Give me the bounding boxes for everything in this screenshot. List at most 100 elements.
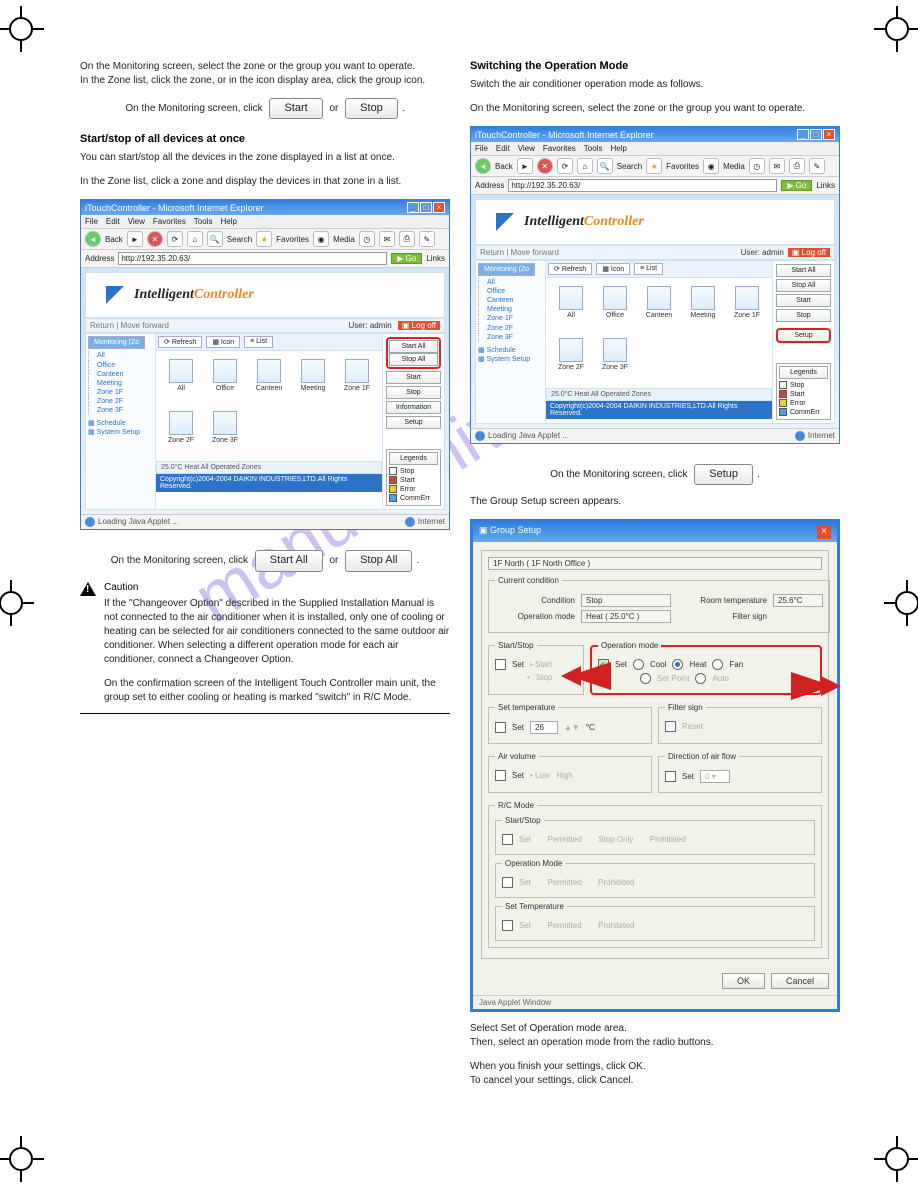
start-all-button[interactable]: Start All [389,340,438,353]
temp-input[interactable]: 26 [530,721,558,734]
step-2: On the Monitoring screen, click [125,103,262,114]
start-side-button-2[interactable]: Start [776,294,831,307]
back-icon[interactable]: ◄ [85,231,101,247]
dialog-close-icon[interactable]: × [817,525,831,539]
icon-grid[interactable]: All Office Canteen Meeting Zone 1F Zone … [156,351,382,461]
group-name: 1F North ( 1F North Office ) [488,557,822,570]
setup-inline-button[interactable]: Setup [694,464,753,485]
icon-tab[interactable]: ▦ Icon [206,336,240,348]
right-step-3a: Select Set of Operation mode area. [470,1023,627,1034]
browser-window-1: iTouchController - Microsoft Internet Ex… [80,199,450,530]
startstop-step-b: On the Monitoring screen, click [111,555,248,566]
tool-bar-2[interactable]: ◄Back ►✕⟳⌂ 🔍Search ★Favorites ◉Media ◷✉⎙… [471,156,839,177]
caution-label: Caution [104,582,138,593]
window-controls[interactable]: _□× [406,202,445,213]
stop-all-inline-button[interactable]: Stop All [345,550,412,571]
browser-window-2: iTouchController - Microsoft Internet Ex… [470,126,840,444]
zone-tree[interactable]: Monitoring (Zo All Office Canteen Meetin… [86,334,156,509]
links-label[interactable]: Links [426,254,445,263]
right-step-1: On the Monitoring screen, select the zon… [470,102,840,116]
brand-triangle-icon [106,286,124,304]
zone-tree-2[interactable]: Monitoring (Zo All Office Canteen Meetin… [476,261,546,423]
logoff-button-2[interactable]: ▣ Log off [788,248,830,257]
switch-op-desc: Switch the air conditioner operation mod… [470,78,840,92]
start-all-button-2[interactable]: Start All [776,264,831,277]
start-side-button[interactable]: Start [386,371,441,384]
menu-bar-2[interactable]: FileEditViewFavoritesToolsHelp [471,142,839,156]
dialog-title: Group Setup [490,525,541,535]
or-text: or [329,103,338,114]
switch-op-heading: Switching the Operation Mode [470,60,840,72]
icon-tab-2[interactable]: ▦ Icon [596,263,630,275]
startstop-all-heading: Start/stop of all devices at once [80,133,450,145]
step-1b: In the Zone list, click the zone, or in … [80,75,425,86]
address-label: Address [85,254,114,263]
setup-side-button-2[interactable]: Setup [776,328,831,343]
window-title: iTouchController - Microsoft Internet Ex… [85,203,264,213]
caution-text: If the "Changeover Option" described in … [104,597,450,667]
tab-return: Return [90,321,114,330]
settemp-set-checkbox[interactable] [495,722,506,733]
logoff-button[interactable]: ▣ Log off [398,321,440,330]
favorites-icon[interactable]: ★ [256,231,272,247]
fan-radio[interactable] [712,659,723,670]
stop-all-button[interactable]: Stop All [389,353,438,366]
right-step-4a: When you finish your settings, click OK. [470,1061,646,1072]
print-icon[interactable]: ⎙ [399,231,415,247]
start-all-inline-button[interactable]: Start All [255,550,323,571]
airdir-select[interactable]: 0 ▾ [700,770,730,783]
right-step-2a: On the Monitoring screen, click [550,469,687,480]
condition-value: Stop [581,594,671,607]
stop-side-button[interactable]: Stop [386,386,441,399]
airdir-set-checkbox[interactable] [665,771,676,782]
zone-status: 25.0°C Heat All Operated Zones [156,461,382,474]
stop-button[interactable]: Stop [345,98,398,119]
heat-radio[interactable] [672,659,683,670]
legends-button[interactable]: Legends [389,452,438,465]
stop-side-button-2[interactable]: Stop [776,309,831,322]
roomtemp-value: 25.6°C [773,594,823,607]
startstop-all-desc: You can start/stop all the devices in th… [80,151,450,165]
java-applet-label: Java Applet Window [473,995,837,1009]
cancel-button[interactable]: Cancel [771,973,829,989]
brand-strip: IntelligentController [85,272,445,318]
startstop-step-a: In the Zone list, click a zone and displ… [80,175,450,189]
airvol-set-checkbox[interactable] [495,770,506,781]
menu-bar[interactable]: FileEditViewFavoritesToolsHelp [81,215,449,229]
startstop-set-checkbox[interactable] [495,659,506,670]
go-button-2[interactable]: ▶ Go [781,180,812,191]
fwd-icon[interactable]: ► [127,231,143,247]
tab-move: Move forward [121,321,169,330]
step-1a: On the Monitoring screen, select the zon… [80,61,415,72]
media-icon[interactable]: ◉ [313,231,329,247]
go-button[interactable]: ▶ Go [391,253,422,264]
mail-icon[interactable]: ✉ [379,231,395,247]
caution-sub: On the confirmation screen of the Intell… [104,677,450,705]
refresh-tab-2[interactable]: ⟳ Refresh [548,263,592,275]
group-setup-dialog: ▣ Group Setup × 1F North ( 1F North Offi… [470,519,840,1012]
right-step-2b: The Group Setup screen appears. [470,495,840,509]
right-step-3b: Then, select an operation mode from the … [470,1037,713,1048]
arrow-left-icon [561,662,611,690]
window-controls-2[interactable]: _□× [796,129,835,140]
stop-icon[interactable]: ✕ [147,231,163,247]
stop-all-button-2[interactable]: Stop All [776,279,831,292]
address-input[interactable]: http://192.35.20.63/ [118,252,387,265]
tool-bar[interactable]: ◄Back ► ✕ ⟳ ⌂ 🔍Search ★Favorites ◉Media … [81,229,449,250]
address-input-2[interactable]: http://192.35.20.63/ [508,179,777,192]
search-icon[interactable]: 🔍 [207,231,223,247]
opmode-value: Heat ( 25.0°C ) [581,610,671,623]
start-button[interactable]: Start [269,98,322,119]
ok-button[interactable]: OK [722,973,765,989]
information-button[interactable]: Information [386,401,441,414]
arrow-right-icon [791,672,841,700]
cool-radio[interactable] [633,659,644,670]
list-tab[interactable]: ≡ List [244,336,273,348]
refresh-tab[interactable]: ⟳ Refresh [158,336,202,348]
setup-side-button[interactable]: Setup [386,416,441,429]
home-icon[interactable]: ⌂ [187,231,203,247]
history-icon[interactable]: ◷ [359,231,375,247]
list-tab-2[interactable]: ≡ List [634,263,663,275]
edit-icon[interactable]: ✎ [419,231,435,247]
refresh-icon[interactable]: ⟳ [167,231,183,247]
